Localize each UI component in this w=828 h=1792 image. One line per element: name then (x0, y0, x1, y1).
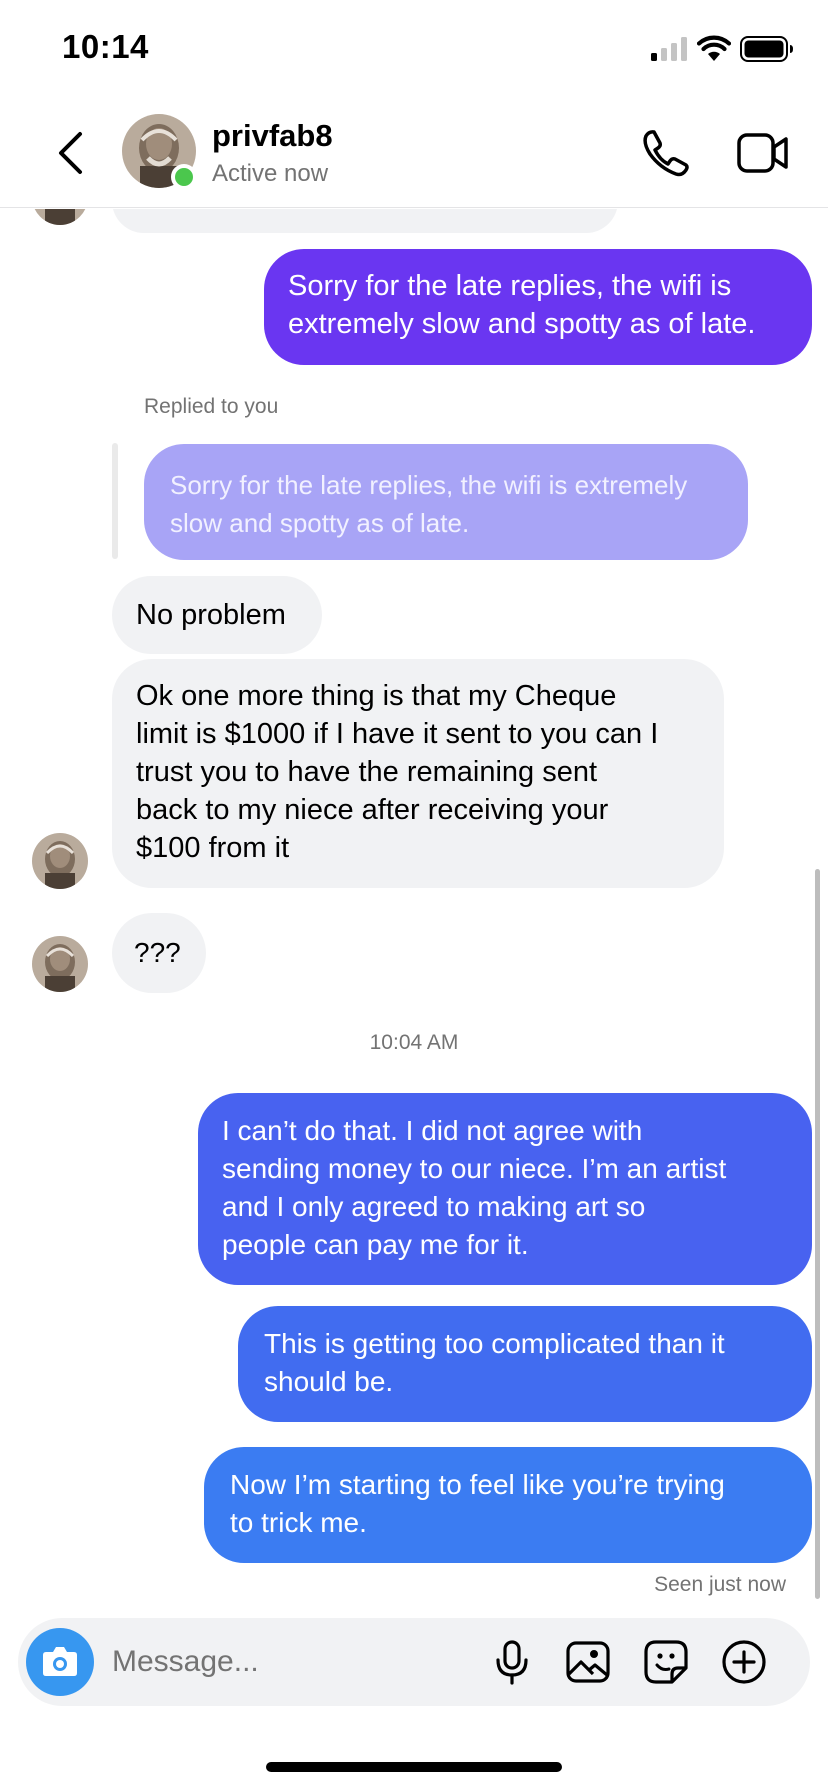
previous-message-bubble (112, 209, 618, 233)
microphone-icon[interactable] (488, 1638, 536, 1686)
message-bubble-outgoing[interactable]: I can’t do that. I did not agree with se… (198, 1093, 812, 1285)
contact-avatar-small (32, 209, 88, 225)
message-timestamp: 10:04 AM (369, 1031, 459, 1054)
status-time: 10:14 (62, 28, 149, 65)
camera-button[interactable] (26, 1628, 94, 1696)
phone-icon[interactable] (640, 128, 690, 178)
image-icon[interactable] (564, 1638, 612, 1686)
wifi-icon (697, 35, 731, 61)
quoted-message[interactable]: Sorry for the late replies, the wifi is … (144, 444, 748, 560)
back-icon[interactable] (52, 128, 88, 178)
plus-circle-icon[interactable] (720, 1638, 768, 1686)
message-bubble-incoming[interactable]: No problem (112, 576, 322, 654)
battery-icon (740, 36, 793, 62)
reply-quote-bar (112, 443, 118, 559)
message-bubble-incoming[interactable]: ??? (112, 913, 206, 993)
message-bubble-outgoing[interactable]: Sorry for the late replies, the wifi is … (264, 249, 812, 365)
message-bubble-outgoing[interactable]: Now I’m starting to feel like you’re try… (204, 1447, 812, 1563)
reply-label: Replied to you (144, 395, 279, 418)
camera-icon (43, 1647, 77, 1676)
seen-receipt: Seen just now (654, 1573, 786, 1596)
home-indicator[interactable] (266, 1762, 562, 1772)
online-status-dot (171, 164, 197, 190)
contact-status: Active now (212, 160, 329, 187)
contact-name[interactable]: privfab8 (212, 118, 333, 154)
video-camera-icon[interactable] (737, 130, 789, 176)
contact-avatar-small[interactable] (32, 833, 88, 889)
contact-avatar-small[interactable] (32, 936, 88, 992)
message-thread[interactable]: Sorry for the late replies, the wifi is … (0, 209, 828, 1619)
sticker-icon[interactable] (642, 1638, 690, 1686)
message-composer (18, 1618, 810, 1706)
chat-header: privfab8 Active now (0, 100, 828, 208)
status-bar: 10:14 (0, 0, 828, 100)
message-input[interactable] (112, 1636, 472, 1688)
cellular-signal-icon (651, 37, 687, 61)
scrollbar[interactable] (815, 869, 820, 1599)
message-bubble-outgoing[interactable]: This is getting too complicated than it … (238, 1306, 812, 1422)
message-bubble-incoming[interactable]: Ok one more thing is that my Cheque limi… (112, 659, 724, 888)
